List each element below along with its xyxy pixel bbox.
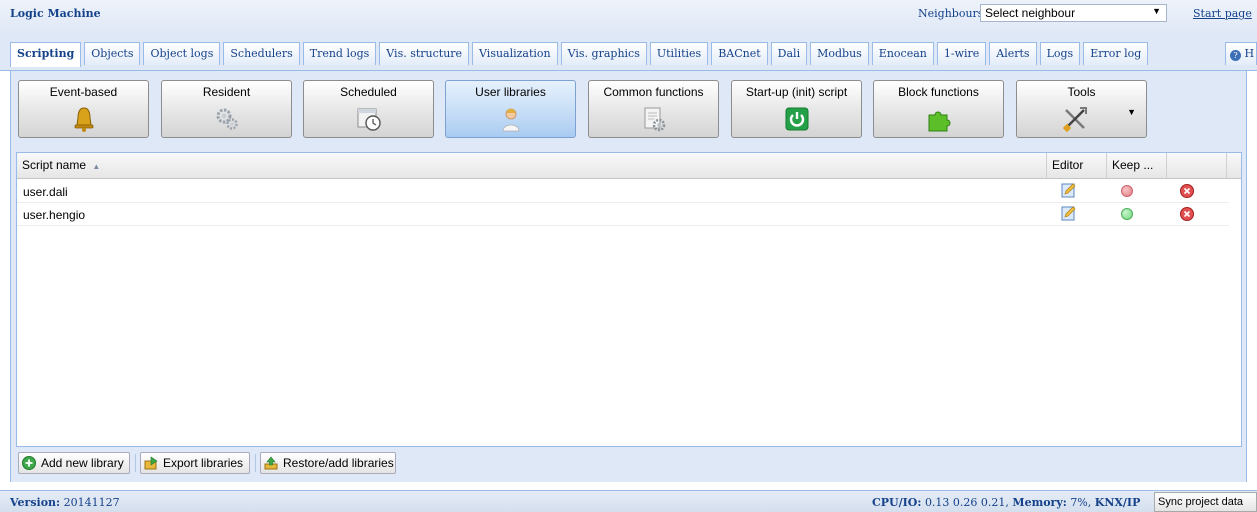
column-delete	[1167, 153, 1227, 178]
tab-utilities[interactable]: Utilities	[649, 42, 709, 65]
user-icon	[502, 108, 519, 132]
document-gear-icon	[644, 107, 665, 132]
column-script-name-label: Script name	[22, 158, 87, 172]
edit-icon[interactable]	[1061, 183, 1076, 198]
tab-trend-logs[interactable]: Trend logs	[302, 42, 377, 65]
tab-visualization[interactable]: Visualization	[472, 42, 558, 65]
memory-value: 7%,	[1070, 496, 1092, 509]
tab-error-log[interactable]: Error log	[1083, 42, 1149, 65]
script-name: user.hengio	[23, 208, 86, 222]
scheduled-button[interactable]: Scheduled	[303, 80, 434, 138]
export-libraries-button[interactable]: Export libraries	[140, 452, 250, 474]
top-header: Logic Machine Neighbours: Select neighbo…	[0, 0, 1257, 34]
dropdown-arrow-icon: ▼	[1152, 6, 1161, 16]
system-info: CPU/IO: 0.13 0.26 0.21, Memory: 7%, KNX/…	[872, 496, 1140, 509]
tab-help[interactable]: ? H	[1225, 42, 1257, 65]
tool-label: Block functions	[898, 85, 979, 99]
libraries-grid: Script name ▲ Editor Keep ... user.dali …	[16, 152, 1242, 447]
neighbour-select-value: Select neighbour	[985, 6, 1076, 20]
restore-libraries-button[interactable]: Restore/add libraries	[260, 452, 396, 474]
keep-status-on-icon[interactable]	[1121, 208, 1133, 220]
export-icon	[144, 456, 158, 470]
tool-label: User libraries	[475, 85, 546, 99]
tool-label: Common functions	[603, 85, 704, 99]
column-editor[interactable]: Editor	[1047, 153, 1107, 178]
puzzle-icon	[928, 111, 950, 132]
gears-icon	[216, 108, 238, 130]
tab-alerts[interactable]: Alerts	[989, 42, 1037, 65]
add-icon	[22, 456, 36, 470]
main-tab-strip: Scripting Objects Object logs Schedulers…	[0, 34, 1257, 71]
toolbar-separator	[255, 454, 256, 472]
add-new-library-label: Add new library	[41, 456, 124, 470]
status-bar: Version: 20141127 CPU/IO: 0.13 0.26 0.21…	[0, 490, 1257, 512]
tool-label: Start-up (init) script	[745, 85, 848, 99]
tab-vis-graphics[interactable]: Vis. graphics	[560, 42, 647, 65]
version-value: 20141127	[63, 496, 120, 509]
tab-object-logs[interactable]: Object logs	[143, 42, 221, 65]
table-row[interactable]: user.hengio	[17, 203, 1229, 226]
table-row[interactable]: user.dali	[17, 180, 1229, 203]
resident-button[interactable]: Resident	[161, 80, 292, 138]
tool-label: Scheduled	[340, 85, 397, 99]
sync-project-data-button[interactable]: Sync project data	[1154, 492, 1257, 512]
tool-label: Tools	[1067, 85, 1096, 99]
tools-dropdown-icon[interactable]: ▼	[1127, 107, 1136, 117]
export-libraries-label: Export libraries	[163, 456, 244, 470]
version-info: Version: 20141127	[10, 496, 120, 509]
column-keep[interactable]: Keep ...	[1107, 153, 1167, 178]
tab-bacnet[interactable]: BACnet	[711, 42, 768, 65]
delete-icon[interactable]	[1180, 207, 1194, 221]
script-name: user.dali	[23, 185, 68, 199]
tab-help-label: H	[1244, 47, 1255, 60]
tab-vis-structure[interactable]: Vis. structure	[379, 42, 470, 65]
restore-libraries-label: Restore/add libraries	[283, 456, 394, 470]
tab-modbus[interactable]: Modbus	[810, 42, 869, 65]
toolbar-separator	[135, 454, 136, 472]
tab-logs[interactable]: Logs	[1039, 42, 1081, 65]
memory-label: Memory:	[1012, 496, 1067, 509]
keep-status-off-icon[interactable]	[1121, 185, 1133, 197]
tab-schedulers[interactable]: Schedulers	[223, 42, 300, 65]
neighbour-select[interactable]: Select neighbour ▼	[980, 4, 1167, 22]
calendar-clock-icon	[357, 108, 381, 131]
user-libraries-button[interactable]: User libraries	[445, 80, 576, 138]
tool-label: Event-based	[49, 85, 118, 99]
tools-icon	[1062, 107, 1088, 133]
common-functions-button[interactable]: Common functions	[588, 80, 719, 138]
help-icon: ?	[1230, 50, 1241, 61]
app-title: Logic Machine	[10, 7, 101, 20]
tab-scripting[interactable]: Scripting	[10, 42, 82, 67]
tab-objects[interactable]: Objects	[84, 42, 141, 65]
sort-ascending-icon: ▲	[92, 162, 101, 171]
delete-icon[interactable]	[1180, 184, 1194, 198]
scripting-panel: Event-based Resident Scheduled User libr…	[10, 71, 1247, 482]
knx-label: KNX/IP	[1094, 496, 1141, 509]
tab-1-wire[interactable]: 1-wire	[936, 42, 987, 65]
tab-dali[interactable]: Dali	[770, 42, 808, 65]
tool-label: Resident	[202, 85, 251, 99]
bottom-toolbar: Add new library Export libraries Restore…	[16, 450, 1242, 477]
version-label: Version:	[10, 496, 61, 509]
tab-enocean[interactable]: Enocean	[871, 42, 934, 65]
tools-button[interactable]: Tools ▼	[1016, 80, 1147, 138]
startup-script-button[interactable]: Start-up (init) script	[731, 80, 862, 138]
edit-icon[interactable]	[1061, 206, 1076, 221]
start-page-link[interactable]: Start page	[1193, 7, 1252, 20]
column-script-name[interactable]: Script name ▲	[17, 153, 1047, 178]
bell-icon	[74, 107, 93, 132]
grid-header: Script name ▲ Editor Keep ...	[17, 153, 1241, 179]
upload-icon	[264, 456, 278, 470]
cpu-label: CPU/IO:	[872, 496, 922, 509]
power-icon	[785, 107, 808, 131]
event-based-button[interactable]: Event-based	[18, 80, 149, 138]
cpu-value: 0.13 0.26 0.21,	[924, 496, 1009, 509]
neighbours-label: Neighbours:	[918, 7, 988, 20]
add-new-library-button[interactable]: Add new library	[18, 452, 130, 474]
block-functions-button[interactable]: Block functions	[873, 80, 1004, 138]
